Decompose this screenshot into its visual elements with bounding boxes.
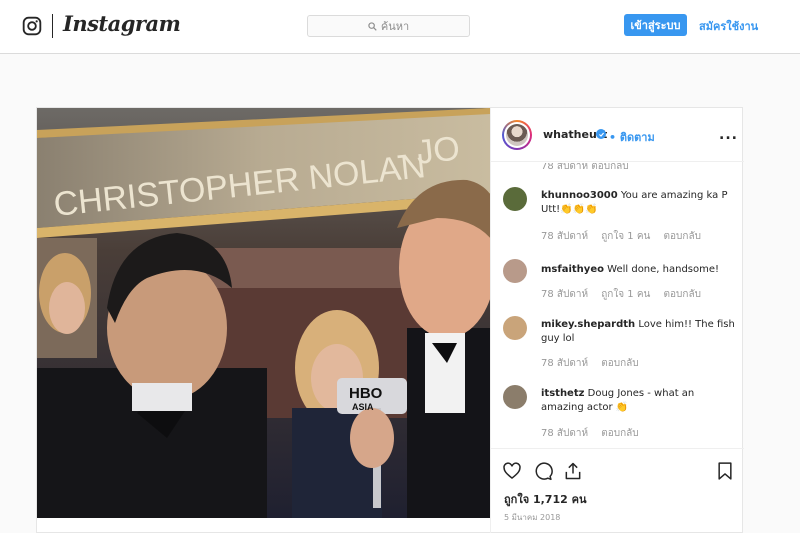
likes-count[interactable]: ถูกใจ 1,712 คน [504, 490, 586, 508]
search-icon [368, 21, 377, 31]
commenter-username[interactable]: mikey.shepardth [541, 319, 635, 330]
post-header: whatheutt • ติดตาม ... [491, 108, 744, 162]
comment-likes[interactable]: ถูกใจ 1 คน [601, 289, 650, 300]
mic-brand-text: HBO [349, 385, 383, 402]
heart-icon[interactable] [502, 461, 522, 481]
commenter-username[interactable]: itsthetz [541, 388, 584, 399]
search-input[interactable]: ค้นหา [307, 15, 470, 37]
verified-badge-icon [596, 129, 606, 139]
signup-link[interactable]: สมัครใช้งาน [699, 17, 758, 35]
comments-list[interactable]: 78 สัปดาห์ ตอบกลับ khunnoo3000 You are a… [491, 163, 744, 448]
comment-meta: 78 สัปดาห์ ถูกใจ 1 คน ตอบกลับ [541, 229, 711, 244]
commenter-username[interactable]: khunnoo3000 [541, 190, 618, 201]
comment-meta: 78 สัปดาห์ ตอบกลับ [541, 356, 649, 371]
partial-comment-meta: 78 สัปดาห์ ตอบกลับ [541, 163, 629, 172]
comment-time[interactable]: 78 สัปดาห์ [541, 289, 588, 300]
comment-bubble-icon[interactable] [533, 461, 553, 481]
commenter-avatar[interactable] [503, 259, 527, 283]
comment-meta: 78 สัปดาห์ ถูกใจ 1 คน ตอบกลับ [541, 287, 711, 302]
comment-text: itsthetz Doug Jones - what an amazing ac… [541, 387, 736, 415]
comment-text: khunnoo3000 You are amazing ka P Utt!👏👏👏 [541, 189, 736, 217]
comment-likes[interactable]: ถูกใจ 1 คน [601, 231, 650, 242]
commenter-avatar[interactable] [503, 316, 527, 340]
comment-text: mikey.shepardth Love him!! The fish guy … [541, 318, 736, 346]
follow-button[interactable]: • ติดตาม [609, 128, 655, 146]
reply-button[interactable]: ตอบกลับ [601, 428, 638, 439]
commenter-avatar[interactable] [503, 385, 527, 409]
comment-time[interactable]: 78 สัปดาห์ [541, 358, 588, 369]
reply-button[interactable]: ตอบกลับ [601, 358, 638, 369]
banner-text-right: - JO [394, 129, 462, 174]
follow-separator: • [609, 131, 617, 144]
logo-divider [52, 14, 53, 38]
commenter-avatar[interactable] [503, 187, 527, 211]
instagram-wordmark[interactable]: Instagram [63, 11, 181, 36]
instagram-camera-icon[interactable] [22, 16, 42, 36]
post-sidebar: whatheutt • ติดตาม ... 78 สัปดาห์ ตอบกลั… [490, 108, 744, 533]
login-button[interactable]: เข้าสู่ระบบ [624, 14, 687, 36]
commenter-username[interactable]: msfaithyeo [541, 264, 604, 275]
post-actions: ถูกใจ 1,712 คน 5 มีนาคม 2018 [491, 448, 744, 533]
reply-button[interactable]: ตอบกลับ [664, 289, 701, 300]
bookmark-icon[interactable] [715, 461, 735, 481]
comment-meta: 78 สัปดาห์ ตอบกลับ [541, 426, 649, 441]
post-card: HBO ASIA CHRISTOPHER NOLAN - JO whatheut… [36, 107, 744, 533]
comment-content: Well done, handsome! [607, 264, 720, 275]
comment-text: msfaithyeo Well done, handsome! [541, 263, 736, 277]
follow-label: ติดตาม [619, 131, 655, 144]
top-navigation-bar: Instagram ค้นหา เข้าสู่ระบบ สมัครใช้งาน [0, 0, 800, 54]
post-photo[interactable]: HBO ASIA CHRISTOPHER NOLAN - JO [37, 108, 490, 518]
author-avatar[interactable] [502, 120, 532, 150]
red-carpet-photo: HBO ASIA CHRISTOPHER NOLAN - JO [37, 108, 490, 518]
comment-time[interactable]: 78 สัปดาห์ [541, 231, 588, 242]
search-placeholder: ค้นหา [380, 20, 410, 33]
more-options-icon[interactable]: ... [719, 127, 738, 143]
author-avatar-image [506, 124, 528, 146]
reply-button[interactable]: ตอบกลับ [664, 231, 701, 242]
comment-time[interactable]: 78 สัปดาห์ [541, 428, 588, 439]
share-icon[interactable] [563, 461, 583, 481]
post-date[interactable]: 5 มีนาคม 2018 [504, 511, 560, 524]
mic-sub-text: ASIA [352, 402, 374, 412]
